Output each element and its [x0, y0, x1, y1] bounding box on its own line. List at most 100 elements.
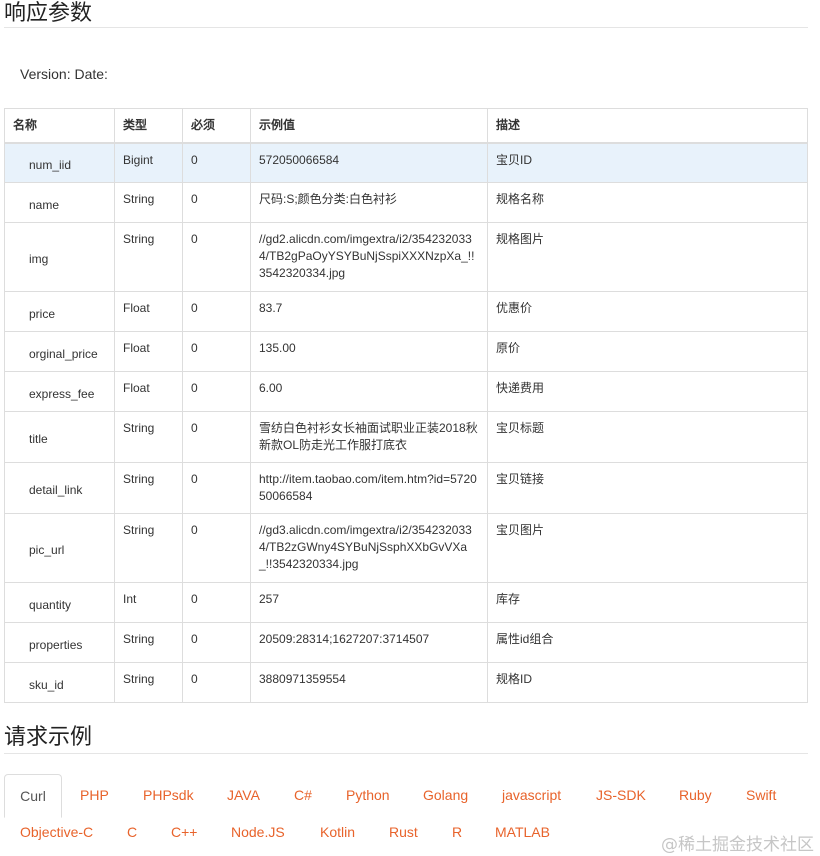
cell-required: 0 [182, 291, 251, 332]
cell-name: orginal_price [4, 331, 115, 372]
tab-ruby[interactable]: Ruby [679, 785, 712, 805]
cell-type: String [114, 662, 183, 703]
cell-desc: 宝贝链接 [487, 462, 808, 514]
table-row: price Float 0 83.7 优惠价 [4, 291, 808, 332]
tab-r[interactable]: R [452, 822, 462, 842]
table-row: quantity Int 0 257 库存 [4, 582, 808, 623]
cell-example: 6.00 [250, 371, 488, 412]
cell-example: 83.7 [250, 291, 488, 332]
cell-required: 0 [182, 331, 251, 372]
cell-name: title [4, 411, 115, 463]
watermark: @稀土掘金技术社区 [661, 835, 814, 855]
tab-rust[interactable]: Rust [389, 822, 418, 842]
cell-required: 0 [182, 582, 251, 623]
tab-swift[interactable]: Swift [746, 785, 776, 805]
header-example: 示例值 [250, 108, 488, 144]
cell-example: http://item.taobao.com/item.htm?id=57205… [250, 462, 488, 514]
cell-desc: 库存 [487, 582, 808, 623]
tab-php[interactable]: PHP [80, 785, 109, 805]
tab-phpsdk[interactable]: PHPsdk [143, 785, 194, 805]
cell-desc: 宝贝ID [487, 142, 808, 183]
tab-curl[interactable]: Curl [4, 774, 62, 818]
cell-desc: 原价 [487, 331, 808, 372]
table-row: title String 0 雪纺白色衬衫女长袖面试职业正装2018秋新款OL防走光工… [4, 411, 808, 463]
cell-type: String [114, 462, 183, 514]
table-row: detail_link String 0 http://item.taobao.com… [4, 462, 808, 514]
cell-type: Float [114, 331, 183, 372]
cell-name: num_iid [4, 142, 115, 183]
cell-required: 0 [182, 622, 251, 663]
cell-example: 尺码:S;颜色分类:白色衬衫 [250, 182, 488, 223]
cell-desc: 属性id组合 [487, 622, 808, 663]
tab-golang[interactable]: Golang [423, 785, 468, 805]
cell-required: 0 [182, 462, 251, 514]
cell-name: sku_id [4, 662, 115, 703]
header-required: 必须 [182, 108, 251, 144]
tab-c[interactable]: C [127, 822, 137, 842]
cell-example: 257 [250, 582, 488, 623]
cell-required: 0 [182, 662, 251, 703]
tab-python[interactable]: Python [346, 785, 390, 805]
cell-desc: 优惠价 [487, 291, 808, 332]
cell-type: Bigint [114, 142, 183, 183]
tab-js-sdk[interactable]: JS-SDK [596, 785, 646, 805]
cell-desc: 规格ID [487, 662, 808, 703]
cell-desc: 快递费用 [487, 371, 808, 412]
cell-required: 0 [182, 371, 251, 412]
cell-name: img [4, 222, 115, 292]
cell-name: pic_url [4, 513, 115, 583]
response-params-title: 响应参数 [4, 0, 808, 28]
version-text: Version: Date: [20, 66, 108, 82]
table-row: orginal_price Float 0 135.00 原价 [4, 331, 808, 372]
cell-type: String [114, 513, 183, 583]
header-desc: 描述 [487, 108, 808, 144]
tab-objective-c[interactable]: Objective-C [20, 822, 93, 842]
cell-example: 572050066584 [250, 142, 488, 183]
tab-node-js[interactable]: Node.JS [231, 822, 285, 842]
cell-desc: 规格图片 [487, 222, 808, 292]
table-row: sku_id String 0 3880971359554 规格ID [4, 662, 808, 703]
cell-example: 20509:28314;1627207:3714507 [250, 622, 488, 663]
cell-example: //gd2.alicdn.com/imgextra/i2/3542320334/… [250, 222, 488, 292]
tab-javascript[interactable]: javascript [502, 785, 561, 805]
tab-kotlin[interactable]: Kotlin [320, 822, 355, 842]
table-row: express_fee Float 0 6.00 快递费用 [4, 371, 808, 412]
tab-csharp[interactable]: C# [294, 785, 312, 805]
cell-required: 0 [182, 411, 251, 463]
cell-type: String [114, 182, 183, 223]
cell-example: //gd3.alicdn.com/imgextra/i2/3542320334/… [250, 513, 488, 583]
cell-example: 135.00 [250, 331, 488, 372]
table-row: properties String 0 20509:28314;1627207:371… [4, 622, 808, 663]
cell-type: Float [114, 291, 183, 332]
cell-desc: 规格名称 [487, 182, 808, 223]
table-row: num_iid Bigint 0 572050066584 宝贝ID [4, 142, 808, 183]
table-row: img String 0//gd2.alicdn.com/imgextra/i2/3… [4, 222, 808, 292]
header-name: 名称 [4, 108, 115, 144]
table-header-row: 名称 类型 必须 示例值 描述 [4, 108, 808, 144]
cell-type: String [114, 222, 183, 292]
table-row: name String 0 尺码:S;颜色分类:白色衬衫 规格名称 [4, 182, 808, 223]
cell-name: express_fee [4, 371, 115, 412]
tab-matlab[interactable]: MATLAB [495, 822, 550, 842]
cell-example: 雪纺白色衬衫女长袖面试职业正装2018秋新款OL防走光工作服打底衣 [250, 411, 488, 463]
header-type: 类型 [114, 108, 183, 144]
cell-type: Int [114, 582, 183, 623]
cell-name: detail_link [4, 462, 115, 514]
request-example-title: 请求示例 [4, 724, 808, 754]
cell-desc: 宝贝标题 [487, 411, 808, 463]
cell-desc: 宝贝图片 [487, 513, 808, 583]
cell-type: String [114, 411, 183, 463]
tab-java[interactable]: JAVA [227, 785, 260, 805]
cell-name: properties [4, 622, 115, 663]
cell-name: name [4, 182, 115, 223]
params-table: 名称 类型 必须 示例值 描述 num_iid Bigint 0 5720500665… [4, 108, 808, 703]
cell-name: price [4, 291, 115, 332]
tab-cpp[interactable]: C++ [171, 822, 197, 842]
cell-type: String [114, 622, 183, 663]
cell-name: quantity [4, 582, 115, 623]
table-row: pic_url String 0//gd3.alicdn.com/imgextra/… [4, 513, 808, 583]
cell-required: 0 [182, 222, 251, 292]
cell-required: 0 [182, 513, 251, 583]
cell-example: 3880971359554 [250, 662, 488, 703]
cell-required: 0 [182, 182, 251, 223]
